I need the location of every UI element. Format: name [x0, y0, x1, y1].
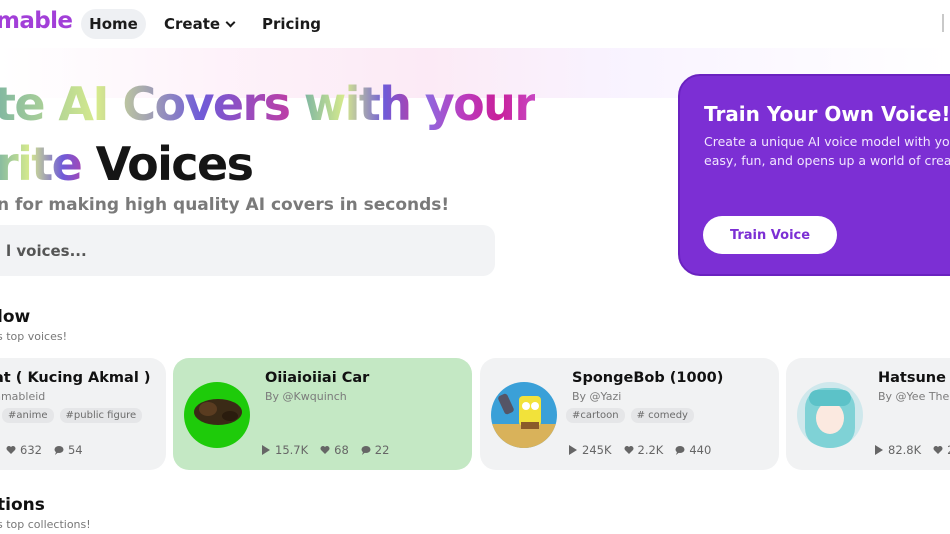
heart-icon	[624, 446, 633, 454]
voice-tag[interactable]: # comedy	[630, 408, 694, 423]
likes-count: 68	[334, 443, 349, 457]
voice-author: By @Yee The S	[878, 390, 950, 403]
voice-name: Hatsune M	[878, 370, 950, 386]
likes-count: 2.2K	[637, 443, 664, 457]
voice-name: Oiiaioiiai Car	[265, 370, 370, 386]
voice-name: at ( Kucing Akmal )	[0, 370, 151, 386]
site-logo[interactable]: mable	[0, 8, 73, 34]
chevron-down-icon	[225, 17, 236, 27]
train-card-description: Create a unique AI voice model with you …	[704, 134, 950, 168]
hero-title-part: with	[303, 77, 425, 131]
hero-title-part: rite	[0, 137, 96, 191]
heart-icon	[6, 446, 16, 454]
section-title-collections: tions	[0, 495, 45, 515]
voice-avatar	[797, 382, 863, 448]
voice-card[interactable]: SpongeBob (1000) By @Yazi #cartoon # com…	[480, 358, 779, 470]
hero-title-line-2: rite Voices	[0, 137, 254, 191]
hero-title-part: Voices	[95, 137, 254, 191]
section-subtitle-voices: s top voices!	[0, 330, 68, 343]
nav-home-link[interactable]: Home	[81, 9, 146, 39]
voice-card[interactable]: Hatsune M By @Yee The S 82.8K 2	[786, 358, 950, 470]
nav-create-label: Create	[164, 15, 221, 33]
comment-icon	[361, 446, 371, 455]
plays-count: 15.7K	[275, 443, 309, 457]
voice-author: By @Kwquinch	[265, 390, 347, 403]
play-icon	[875, 445, 883, 455]
heart-icon	[933, 446, 943, 454]
voice-card[interactable]: Oiiaioiiai Car By @Kwquinch 15.7K 68 22	[173, 358, 472, 470]
train-card-title: Train Your Own Voice!	[704, 102, 950, 126]
nav-create-dropdown[interactable]: Create	[164, 9, 236, 39]
nav-edge-divider	[942, 14, 944, 32]
hero-title-line-1: te AI Covers with your	[0, 77, 537, 131]
comments-count: 54	[67, 443, 83, 457]
plays-count: 82.8K	[888, 443, 922, 457]
comments-count: 440	[689, 443, 712, 457]
hero-subtitle: n for making high quality AI covers in s…	[0, 195, 450, 215]
hero-title-part: te AI Covers	[0, 77, 304, 131]
plays-count: 245K	[582, 443, 612, 457]
voice-author: By @Yazi	[572, 390, 622, 403]
play-icon	[262, 445, 270, 455]
voice-search-input[interactable]: l voices...	[0, 225, 495, 276]
section-title-voices: low	[0, 307, 31, 327]
top-nav: mable Home Create Pricing	[0, 0, 950, 48]
search-placeholder: l voices...	[6, 241, 87, 260]
comments-count: 22	[374, 443, 390, 457]
voice-tag[interactable]: #public figure	[59, 408, 143, 423]
voice-avatar	[184, 382, 250, 448]
voice-tag[interactable]: #anime	[2, 408, 54, 423]
train-voice-card: Train Your Own Voice! Create a unique AI…	[678, 74, 950, 276]
voice-name: SpongeBob (1000)	[572, 370, 724, 386]
play-icon	[569, 445, 577, 455]
voice-avatar	[491, 382, 557, 448]
heart-icon	[320, 446, 330, 454]
voice-author: nmableid	[0, 390, 46, 403]
likes-count: 632	[20, 443, 42, 457]
comment-icon	[675, 446, 685, 455]
section-subtitle-collections: s top collections!	[0, 518, 91, 531]
comment-icon	[54, 446, 64, 455]
voice-card[interactable]: at ( Kucing Akmal ) nmableid #anime #pub…	[0, 358, 166, 470]
nav-pricing-link[interactable]: Pricing	[262, 9, 321, 39]
train-voice-button[interactable]: Train Voice	[703, 216, 837, 254]
voice-tag[interactable]: #cartoon	[566, 408, 625, 423]
hero-title-part: your	[424, 77, 537, 131]
